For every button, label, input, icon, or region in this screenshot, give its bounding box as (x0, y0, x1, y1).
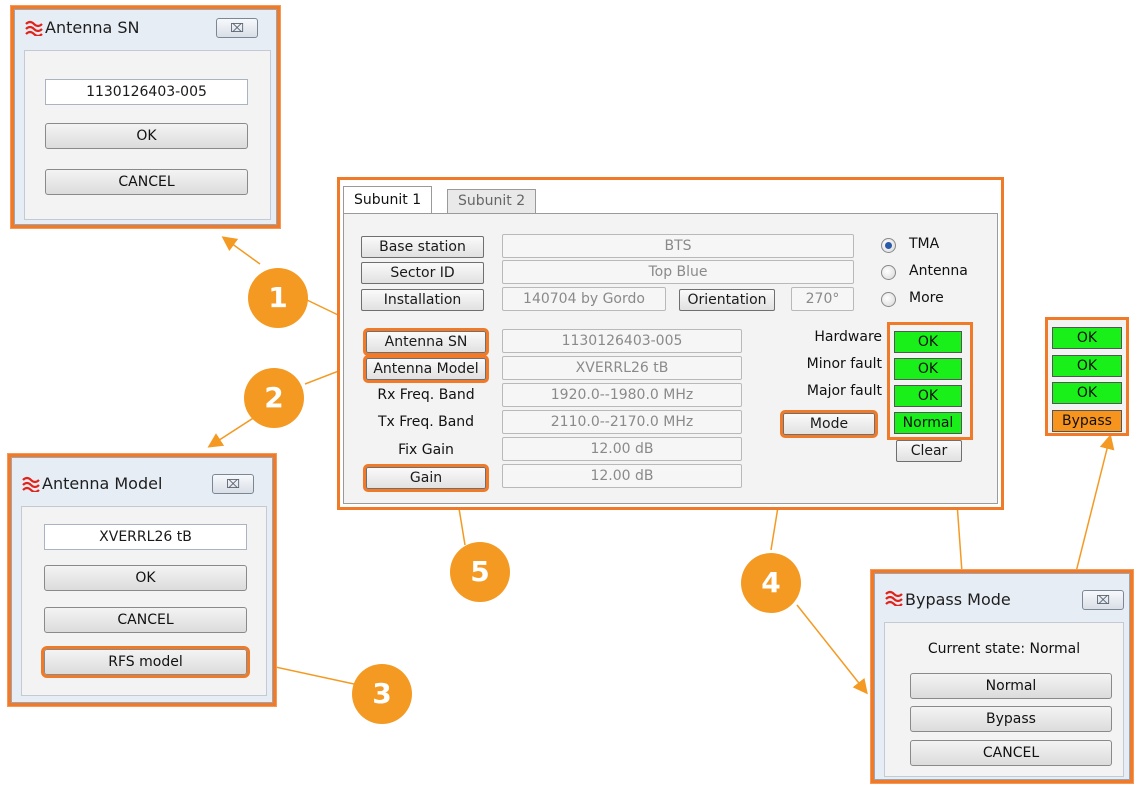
antenna-sn-field: 1130126403-005 (502, 329, 742, 353)
dialog-title: Antenna SN (45, 18, 140, 37)
major-fault-status: OK (1052, 382, 1122, 404)
radio-more[interactable] (881, 292, 896, 307)
minor-fault-label: Minor fault (806, 356, 882, 372)
clear-button[interactable]: Clear (896, 440, 962, 462)
bypass-mode-dialog: Bypass Mode ⌧ Current state: Normal Norm… (871, 570, 1133, 783)
sector-id-field: Top Blue (502, 260, 854, 284)
minor-fault-status: OK (1052, 355, 1122, 377)
sector-id-button[interactable]: Sector ID (361, 262, 484, 284)
antenna-model-field: XVERRL26 tB (502, 356, 742, 380)
cancel-button[interactable]: CANCEL (45, 169, 248, 195)
base-station-button[interactable]: Base station (361, 236, 484, 258)
tx-freq-label: Tx Freq. Band (377, 414, 475, 430)
installation-field: 140704 by Gordo (502, 287, 666, 311)
callout-badge-3: 3 (352, 664, 412, 724)
callout-badge-5: 5 (450, 542, 510, 602)
rfs-logo-icon (25, 20, 43, 36)
dialog-title: Bypass Mode (905, 590, 1011, 609)
radio-antenna[interactable] (881, 265, 896, 280)
rfs-model-button[interactable]: RFS model (41, 646, 250, 678)
mode-status-bypass: Bypass (1052, 410, 1122, 432)
orientation-field: 270° (791, 287, 854, 311)
installation-button[interactable]: Installation (361, 289, 484, 311)
major-fault-status: OK (894, 385, 962, 407)
antenna-model-button[interactable]: Antenna Model (363, 355, 489, 383)
status-box: OK OK OK Normal (887, 322, 973, 440)
tx-freq-field: 2110.0--2170.0 MHz (502, 410, 742, 434)
tab-subunit-2[interactable]: Subunit 2 (447, 189, 537, 213)
radio-tma-label: TMA (909, 236, 940, 252)
close-button[interactable]: ⌧ (1082, 590, 1124, 610)
rfs-logo-icon (885, 590, 903, 606)
radio-antenna-label: Antenna (909, 263, 968, 279)
dialog-body: 1130126403-005 OK CANCEL (24, 50, 271, 220)
mode-button[interactable]: Mode (780, 410, 878, 438)
base-station-field: BTS (502, 234, 854, 258)
mode-status: Normal (894, 412, 962, 434)
callout-badge-1: 1 (248, 268, 308, 328)
close-button[interactable]: ⌧ (216, 18, 258, 38)
normal-button[interactable]: Normal (910, 673, 1112, 699)
close-button[interactable]: ⌧ (212, 474, 254, 494)
dialog-body: Current state: Normal Normal Bypass CANC… (884, 622, 1124, 777)
bypass-status-box: OK OK OK Bypass (1045, 317, 1129, 436)
antenna-sn-dialog: Antenna SN ⌧ 1130126403-005 OK CANCEL (11, 6, 280, 228)
antenna-model-input[interactable]: XVERRL26 tB (44, 524, 247, 550)
ok-button[interactable]: OK (44, 565, 247, 591)
ok-button[interactable]: OK (45, 123, 248, 149)
radio-more-label: More (909, 290, 944, 306)
callout-badge-2: 2 (244, 368, 304, 428)
antenna-sn-button[interactable]: Antenna SN (363, 328, 489, 356)
callout-badge-4: 4 (741, 553, 801, 613)
current-state-label: Current state: Normal (927, 641, 1081, 657)
gain-field: 12.00 dB (502, 464, 742, 488)
minor-fault-status: OK (894, 358, 962, 380)
arrow-to-antenna-sn-dialog (221, 236, 261, 265)
fix-gain-label: Fix Gain (398, 442, 454, 458)
radio-tma[interactable] (881, 238, 896, 253)
dialog-title: Antenna Model (42, 474, 163, 493)
antenna-model-dialog: Antenna Model ⌧ XVERRL26 tB OK CANCEL RF… (8, 454, 276, 706)
antenna-sn-input[interactable]: 1130126403-005 (45, 79, 248, 105)
major-fault-label: Major fault (806, 383, 882, 399)
fix-gain-field: 12.00 dB (502, 437, 742, 461)
bypass-button[interactable]: Bypass (910, 706, 1112, 732)
cancel-button[interactable]: CANCEL (44, 607, 247, 633)
subunit-1-content: Base station BTS Sector ID Top Blue Inst… (343, 213, 998, 504)
subunit-panel: Subunit 1 Subunit 2 Base station BTS Sec… (337, 177, 1004, 510)
tab-subunit-1[interactable]: Subunit 1 (343, 186, 433, 214)
hardware-status: OK (894, 331, 962, 353)
rfs-logo-icon (22, 476, 40, 492)
arrow-to-antenna-model-dialog (207, 414, 259, 448)
hardware-label: Hardware (814, 329, 882, 345)
arrow-to-bypass-dialog (796, 604, 868, 695)
orientation-button[interactable]: Orientation (679, 289, 775, 311)
dialog-body: XVERRL26 tB OK CANCEL RFS model (21, 506, 267, 696)
cancel-button[interactable]: CANCEL (910, 740, 1112, 766)
rx-freq-label: Rx Freq. Band (377, 387, 475, 403)
gain-button[interactable]: Gain (363, 464, 489, 492)
rx-freq-field: 1920.0--1980.0 MHz (502, 383, 742, 407)
hardware-status: OK (1052, 327, 1122, 349)
tab-strip: Subunit 1 Subunit 2 (340, 180, 1001, 214)
